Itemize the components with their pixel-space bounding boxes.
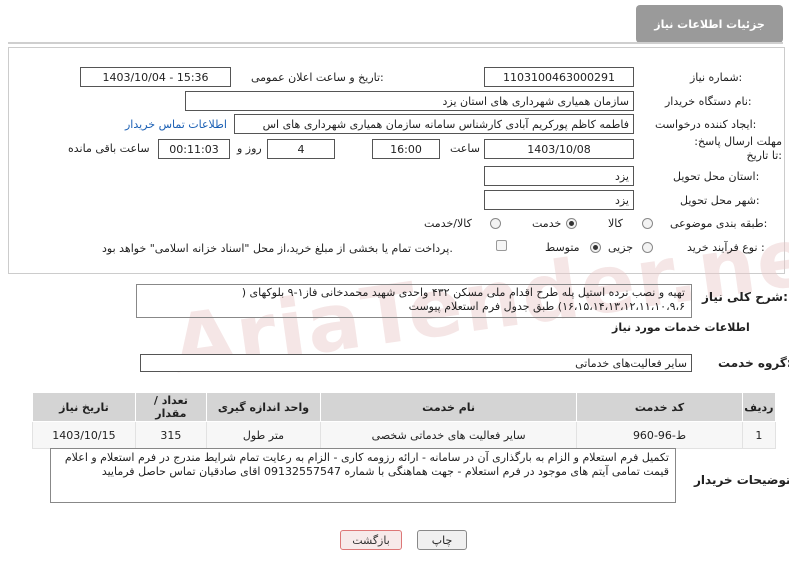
category-radio-goods-service[interactable] (490, 218, 501, 229)
col-unit: واحد اندازه گیری (205, 392, 322, 422)
cell-quantity: 315 (134, 421, 207, 449)
days-field: 4 (267, 139, 335, 159)
cell-service-code: ط-96-960 (576, 421, 743, 449)
province-label: استان محل تحویل: (673, 170, 760, 183)
remaining-time-field: 00:11:03 (158, 139, 230, 159)
deadline-time-field: 16:00 (372, 139, 440, 159)
requester-field: فاطمه کاظم پورکریم آبادی کارشناس سامانه … (234, 114, 634, 134)
category-radio-service[interactable] (566, 218, 577, 229)
treasury-payment-checkbox[interactable] (496, 240, 507, 251)
col-row: ردیف (741, 392, 777, 422)
col-quantity: تعداد / مقدار (134, 392, 207, 422)
days-label: روز و (237, 142, 262, 155)
services-table-wrap: تاریخ نیاز تعداد / مقدار واحد اندازه گیر… (32, 392, 777, 449)
category-label: طبقه بندی موضوعی: (670, 217, 768, 230)
category-radio-goods[interactable] (642, 218, 653, 229)
category-option-goods: کالا (608, 217, 623, 230)
announce-date-label: تاریخ و ساعت اعلان عمومی: (251, 71, 384, 84)
services-section-title: اطلاعات خدمات مورد نیاز (612, 321, 750, 334)
cell-row: 1 (741, 421, 777, 449)
services-table-header: تاریخ نیاز تعداد / مقدار واحد اندازه گیر… (32, 392, 777, 422)
buyer-org-field: سازمان همیاری شهرداری های استان یزد (185, 91, 634, 111)
header-divider (8, 42, 783, 44)
process-radio-minor[interactable] (642, 242, 653, 253)
category-option-service: خدمت (532, 217, 562, 230)
cell-unit: متر طول (205, 421, 322, 449)
summary-label: شرح کلی نیاز: (702, 290, 788, 304)
service-group-field: سایر فعالیت‌های خدماتی (140, 354, 692, 372)
cell-service-name: سایر فعالیت های خدماتی شخصی (320, 421, 578, 449)
col-service-name: نام خدمت (320, 392, 578, 422)
process-option-minor: جزیی (608, 241, 634, 254)
col-service-code: کد خدمت (576, 392, 743, 422)
requester-label: ایجاد کننده درخواست: (655, 118, 757, 131)
buyer-org-label: نام دستگاه خریدار: (665, 95, 752, 108)
services-table: تاریخ نیاز تعداد / مقدار واحد اندازه گیر… (32, 392, 777, 449)
deadline-time-label: ساعت (450, 142, 480, 155)
buyer-contact-link[interactable]: اطلاعات تماس خریدار (125, 118, 227, 131)
city-field: یزد (484, 190, 634, 210)
process-radio-medium[interactable] (590, 242, 601, 253)
city-label: شهر محل تحویل: (680, 194, 760, 207)
cell-need-date: 1403/10/15 (32, 421, 136, 449)
buyer-notes-textarea: تکمیل فرم استعلام و الزام به بارگذاری آن… (50, 448, 676, 503)
category-option-goods-service: کالا/خدمت (424, 217, 472, 230)
service-group-label: گروه خدمت: (718, 356, 789, 370)
page-title: جزئیات اطلاعات نیاز (636, 5, 783, 43)
announce-date-field: 1403/10/04 - 15:36 (80, 67, 231, 87)
deadline-label: مهلت ارسال پاسخ: تا تاریخ: (694, 135, 782, 162)
col-need-date: تاریخ نیاز (32, 392, 136, 422)
back-button[interactable]: بازگشت (340, 530, 402, 550)
process-label: نوع فرآیند خرید : (687, 241, 765, 254)
buyer-notes-label: توضیحات خریدار: (694, 473, 789, 487)
need-number-field: 1103100463000291 (484, 67, 634, 87)
deadline-date-field: 1403/10/08 (484, 139, 634, 159)
print-button[interactable]: چاپ (417, 530, 467, 550)
treasury-payment-note: پرداخت تمام یا بخشی از مبلغ خرید،از محل … (102, 242, 453, 255)
process-option-medium: متوسط (545, 241, 580, 254)
summary-textarea: تهیه و نصب نرده استیل پله طرح اقدام ملی … (136, 284, 692, 318)
remaining-time-label: ساعت باقی مانده (68, 142, 150, 155)
province-field: یزد (484, 166, 634, 186)
need-number-label: شماره نیاز: (690, 71, 743, 84)
table-row: 1403/10/15 315 متر طول سایر فعالیت های خ… (32, 421, 777, 449)
